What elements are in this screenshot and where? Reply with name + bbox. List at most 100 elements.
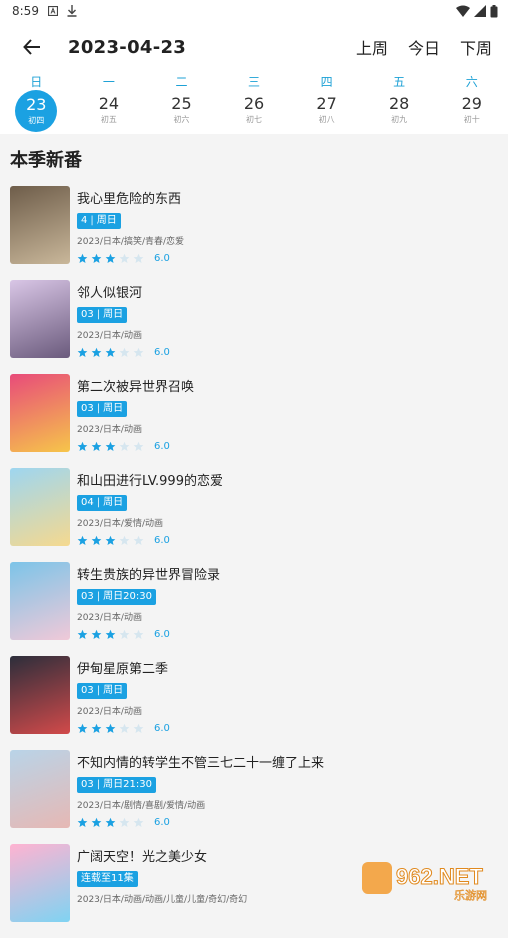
star-empty-icon <box>119 723 130 733</box>
item-meta: 2023/日本/动画 <box>77 707 142 717</box>
episode-badge: 03 | 周日 <box>77 401 128 417</box>
list-item[interactable]: 不知内情的转学生不管三七二十一缠了上来 03 | 周日21:30 2023/日本/剧… <box>0 750 508 844</box>
episode-number: 04 <box>81 497 94 508</box>
episode-badge: 03 | 周日20:30 <box>77 589 156 605</box>
watermark-brand: 962.NET <box>396 864 483 889</box>
star-filled-icon <box>91 629 102 639</box>
episode-badge: 4 | 周日 <box>77 213 121 229</box>
star-filled-icon <box>105 253 116 263</box>
site-watermark: 962.NET 乐游网 <box>362 856 502 902</box>
air-time: 周日 <box>103 497 124 508</box>
day-number: 25 <box>171 94 192 113</box>
list-item[interactable]: 邻人似银河 03 | 周日 2023/日本/动画 6.0 <box>0 280 508 374</box>
star-empty-icon <box>133 629 144 639</box>
star-filled-icon <box>105 629 116 639</box>
star-empty-icon <box>119 253 130 263</box>
cover-image <box>10 280 70 358</box>
day-monday[interactable]: 一 24 初五 <box>73 72 146 134</box>
episode-number: 03 <box>81 309 94 320</box>
star-rating <box>77 723 144 734</box>
lunar-date: 初六 <box>173 115 190 124</box>
status-bar: 8:59 <box>0 0 508 22</box>
date-title: 2023-04-23 <box>68 36 187 58</box>
prev-week-button[interactable]: 上周 <box>356 35 388 59</box>
list-item[interactable]: 转生贵族的异世界冒险录 03 | 周日20:30 2023/日本/动画 6.0 <box>0 562 508 656</box>
list-item[interactable]: 第二次被异世界召唤 03 | 周日 2023/日本/动画 6.0 <box>0 374 508 468</box>
episode-badge: 03 | 周日21:30 <box>77 777 156 793</box>
list-item[interactable]: 和山田进行LV.999的恋爱 04 | 周日 2023/日本/爱情/动画 6.0 <box>0 468 508 562</box>
cover-image <box>10 186 70 264</box>
rating: 6.0 <box>77 253 500 264</box>
today-button[interactable]: 今日 <box>408 35 440 59</box>
rating-score: 6.0 <box>154 723 170 734</box>
watermark-sub: 乐游网 <box>454 889 487 902</box>
star-filled-icon <box>91 817 102 827</box>
star-rating <box>77 441 144 452</box>
star-rating <box>77 347 144 358</box>
list-item[interactable]: 伊甸星原第二季 03 | 周日 2023/日本/动画 6.0 <box>0 656 508 750</box>
star-empty-icon <box>133 535 144 545</box>
lunar-date: 初八 <box>318 115 335 124</box>
top-panel: 8:59 2023-04-23 上周 今日 下周 日 23 初四 一 24 初五… <box>0 0 508 134</box>
star-empty-icon <box>119 629 130 639</box>
star-empty-icon <box>119 347 130 357</box>
star-rating <box>77 817 144 828</box>
rating-score: 6.0 <box>154 347 170 358</box>
day-number: 27 <box>316 94 337 113</box>
air-time: 周日21:30 <box>103 779 152 790</box>
item-title: 第二次被异世界召唤 <box>77 380 195 395</box>
anime-list: 我心里危险的东西 4 | 周日 2023/日本/搞笑/青春/恋爱 6.0 邻人似银河… <box>0 178 508 938</box>
lunar-date: 初十 <box>463 115 480 124</box>
lunar-date: 初九 <box>391 115 408 124</box>
selected-day-circle: 23 初四 <box>15 90 58 132</box>
star-filled-icon <box>77 817 88 827</box>
item-meta: 2023/日本/动画 <box>77 331 142 341</box>
star-filled-icon <box>105 535 116 545</box>
episode-number: 03 <box>81 403 94 414</box>
wifi-icon <box>456 5 470 17</box>
day-tuesday[interactable]: 二 25 初六 <box>145 72 218 134</box>
back-arrow-icon[interactable] <box>20 35 44 59</box>
star-empty-icon <box>119 535 130 545</box>
star-filled-icon <box>91 441 102 451</box>
item-title: 我心里危险的东西 <box>77 192 182 207</box>
day-wednesday[interactable]: 三 26 初七 <box>218 72 291 134</box>
cover-image <box>10 656 70 734</box>
star-empty-icon <box>133 723 144 733</box>
star-filled-icon <box>77 253 88 263</box>
star-filled-icon <box>91 723 102 733</box>
battery-icon <box>490 4 498 18</box>
star-empty-icon <box>119 817 130 827</box>
item-title: 不知内情的转学生不管三七二十一缠了上来 <box>77 756 325 771</box>
item-meta: 2023/日本/剧情/喜剧/爱情/动画 <box>77 801 206 811</box>
star-rating <box>77 629 144 640</box>
cover-image <box>10 374 70 452</box>
weekday-label: 一 <box>102 75 115 89</box>
rating: 6.0 <box>77 535 500 546</box>
cover-image <box>10 468 70 546</box>
cover-image <box>10 562 70 640</box>
star-rating <box>77 253 144 264</box>
rating: 6.0 <box>77 723 500 734</box>
next-week-button[interactable]: 下周 <box>460 35 492 59</box>
star-filled-icon <box>77 441 88 451</box>
rating: 6.0 <box>77 441 500 452</box>
star-filled-icon <box>91 535 102 545</box>
day-thursday[interactable]: 四 27 初八 <box>290 72 363 134</box>
lunar-date: 初七 <box>246 115 263 124</box>
star-filled-icon <box>105 441 116 451</box>
serialization-badge: 连载至11集 <box>77 871 138 887</box>
day-friday[interactable]: 五 28 初九 <box>363 72 436 134</box>
star-filled-icon <box>77 535 88 545</box>
day-saturday[interactable]: 六 29 初十 <box>435 72 508 134</box>
day-sunday[interactable]: 日 23 初四 <box>0 72 73 134</box>
episode-badge: 04 | 周日 <box>77 495 128 511</box>
day-number: 29 <box>461 94 482 113</box>
item-meta: 2023/日本/爱情/动画 <box>77 519 164 529</box>
list-item[interactable]: 我心里危险的东西 4 | 周日 2023/日本/搞笑/青春/恋爱 6.0 <box>0 186 508 280</box>
star-empty-icon <box>133 817 144 827</box>
rating: 6.0 <box>77 817 500 828</box>
star-filled-icon <box>77 723 88 733</box>
star-filled-icon <box>105 817 116 827</box>
episode-badge: 03 | 周日 <box>77 307 128 323</box>
